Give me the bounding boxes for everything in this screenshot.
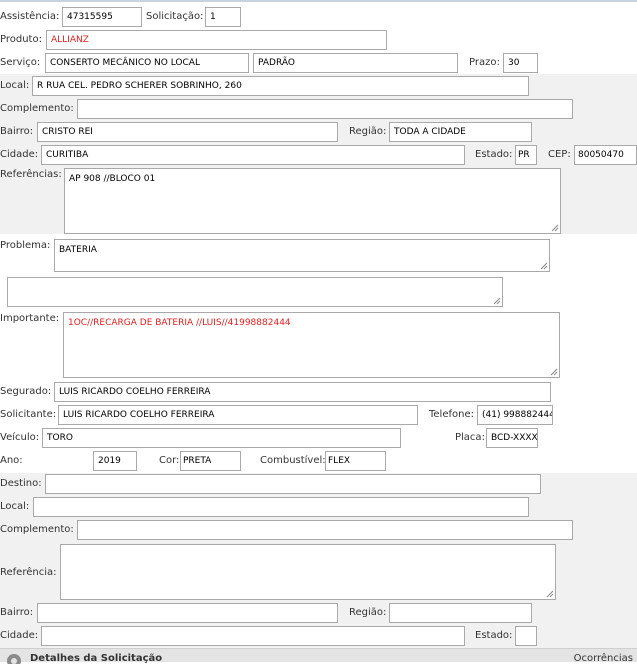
segurado-label: Segurado:: [0, 386, 52, 397]
gear-icon: [7, 654, 21, 664]
destino-regiao-label: Região:: [349, 607, 387, 618]
referencias-textarea[interactable]: AP 908 //BLOCO 01: [64, 168, 561, 234]
estado-label: Estado:: [475, 149, 513, 160]
destino-bairro-label: Bairro:: [0, 607, 34, 618]
resize-grip-icon[interactable]: [550, 368, 558, 376]
destino-cidade-label: Cidade:: [0, 630, 39, 641]
cidade-label: Cidade:: [0, 149, 39, 160]
bairro-field[interactable]: CRISTO REI: [37, 122, 338, 142]
resize-grip-icon[interactable]: [493, 297, 501, 305]
destino-label: Destino:: [0, 478, 42, 489]
placa-label: Placa:: [455, 432, 485, 443]
destino-cidade-field[interactable]: [41, 626, 465, 646]
solicitacao-field[interactable]: 1: [205, 7, 241, 27]
ocorrencias-link[interactable]: Ocorrências: [574, 653, 633, 664]
assistencia-label: Assistência:: [0, 11, 60, 22]
top-border: [0, 0, 637, 5]
cep-label: CEP:: [548, 149, 571, 160]
solicitante-label: Solicitante:: [0, 409, 57, 420]
telefone-field[interactable]: (41) 998882444: [477, 405, 553, 425]
veiculo-label: Veículo:: [0, 432, 40, 443]
local-label: Local:: [0, 80, 30, 91]
produto-field[interactable]: ALLIANZ: [46, 30, 387, 50]
importante-textarea[interactable]: 1OC//RECARGA DE BATERIA //LUIS//41998882…: [63, 312, 560, 378]
placa-field[interactable]: BCD-XXXX: [486, 428, 538, 448]
regiao-label: Região:: [349, 126, 387, 137]
problema-textarea[interactable]: BATERIA: [54, 239, 550, 272]
destino-local-field[interactable]: [33, 497, 529, 517]
servico-field[interactable]: CONSERTO MECÂNICO NO LOCAL: [45, 53, 249, 73]
problema-extra-textarea[interactable]: [7, 277, 503, 307]
solicitacao-label: Solicitação:: [146, 11, 204, 22]
prazo-field[interactable]: 30: [503, 53, 538, 73]
importante-text: 1OC//RECARGA DE BATERIA //LUIS//41998882…: [68, 318, 291, 328]
combustivel-label: Combustível:: [260, 455, 326, 466]
cor-field[interactable]: PRETA: [180, 451, 241, 471]
destino-field[interactable]: [45, 474, 541, 494]
importante-label: Importante:: [0, 313, 60, 324]
destino-regiao-field[interactable]: [389, 603, 532, 623]
destino-bairro-field[interactable]: [37, 603, 338, 623]
bairro-label: Bairro:: [0, 126, 34, 137]
solicitante-field[interactable]: LUIS RICARDO COELHO FERREIRA: [58, 405, 418, 425]
cidade-field[interactable]: CURITIBA: [41, 145, 465, 165]
details-section-title: Detalhes da Solicitação: [30, 653, 163, 664]
ano-field[interactable]: 2019: [93, 451, 137, 471]
complemento-field[interactable]: [77, 99, 573, 119]
details-section-header[interactable]: Detalhes da Solicitação Ocorrências: [0, 648, 637, 664]
referencias-label: Referências:: [0, 169, 62, 180]
local-field[interactable]: R RUA CEL. PEDRO SCHERER SOBRINHO, 260: [32, 76, 529, 96]
estado-field[interactable]: PR: [515, 145, 537, 165]
resize-grip-icon[interactable]: [551, 224, 559, 232]
problema-text: BATERIA: [59, 245, 97, 255]
resize-grip-icon[interactable]: [546, 590, 554, 598]
destino-local-label: Local:: [0, 501, 30, 512]
servico-label: Serviço:: [0, 57, 41, 68]
destino-complemento-label: Complemento:: [0, 524, 74, 535]
veiculo-field[interactable]: TORO: [42, 428, 401, 448]
prazo-label: Prazo:: [469, 57, 500, 68]
destino-referencia-textarea[interactable]: [60, 544, 556, 600]
segurado-field[interactable]: LUIS RICARDO COELHO FERREIRA: [54, 382, 551, 402]
servico-tipo-field[interactable]: PADRÃO: [253, 53, 458, 73]
ano-label: Ano:: [0, 455, 23, 466]
resize-grip-icon[interactable]: [540, 262, 548, 270]
cep-field[interactable]: 80050470: [574, 145, 637, 165]
destino-estado-label: Estado:: [475, 630, 513, 641]
destino-complemento-field[interactable]: [77, 520, 573, 540]
regiao-field[interactable]: TODA A CIDADE: [389, 122, 532, 142]
assistencia-field[interactable]: 47315595: [62, 7, 142, 27]
problema-label: Problema:: [0, 240, 51, 251]
telefone-label: Telefone:: [429, 409, 474, 420]
destino-estado-field[interactable]: [515, 626, 537, 646]
produto-label: Produto:: [0, 34, 42, 45]
referencias-text: AP 908 //BLOCO 01: [69, 174, 156, 184]
cor-label: Cor:: [159, 455, 180, 466]
combustivel-field[interactable]: FLEX: [325, 451, 386, 471]
complemento-label: Complemento:: [0, 103, 74, 114]
destino-referencia-label: Referência:: [0, 567, 57, 578]
